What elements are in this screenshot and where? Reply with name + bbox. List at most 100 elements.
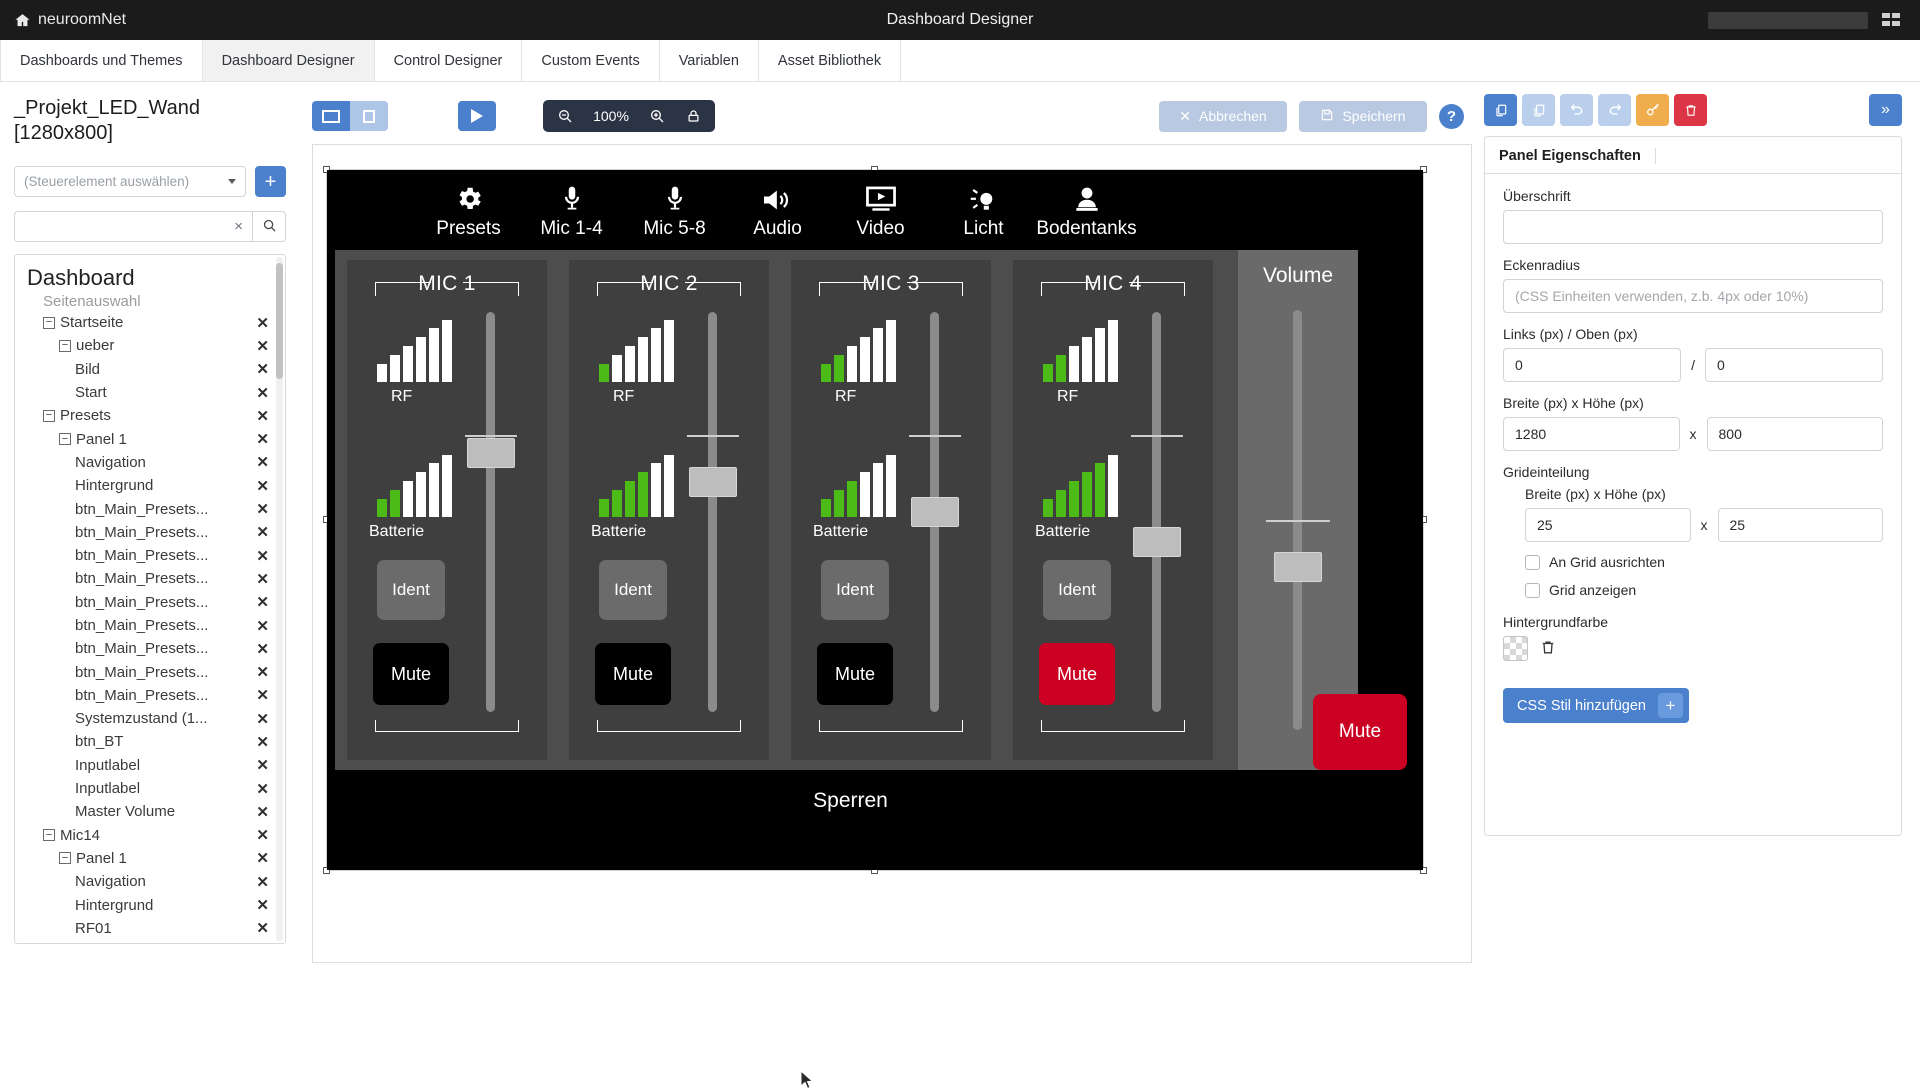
ueberschrift-input[interactable]: [1503, 210, 1883, 244]
brand[interactable]: neuroomNet: [14, 11, 126, 29]
tree-scrollbar[interactable]: [276, 257, 283, 941]
channel-fader-rail[interactable]: [486, 312, 495, 712]
tree-item-remove-icon[interactable]: ✕: [256, 477, 269, 495]
redo-icon[interactable]: [1598, 94, 1631, 126]
channel-fader-knob[interactable]: [467, 437, 515, 468]
tree-item-remove-icon[interactable]: ✕: [256, 593, 269, 611]
grid-height-input[interactable]: 25: [1717, 508, 1883, 542]
tree-item-remove-icon[interactable]: ✕: [256, 896, 269, 914]
tree-item[interactable]: Inputlabel ✕: [27, 754, 281, 777]
tree-item-remove-icon[interactable]: ✕: [256, 500, 269, 518]
tree-item[interactable]: − Panel 1 ✕: [27, 847, 281, 870]
tree-item[interactable]: Systemzustand (1... ✕: [27, 707, 281, 730]
tree-item[interactable]: RF01 ✕: [27, 917, 281, 940]
tab-panel-eigenschaften[interactable]: Panel Eigenschaften: [1485, 148, 1656, 164]
paste-icon[interactable]: [1522, 94, 1555, 126]
tree-item[interactable]: btn_Main_Presets... ✕: [27, 521, 281, 544]
tree-item-remove-icon[interactable]: ✕: [256, 640, 269, 658]
dashboard-nav-licht[interactable]: Licht: [932, 174, 1035, 248]
tree-item-remove-icon[interactable]: ✕: [256, 384, 269, 402]
tree-item[interactable]: Hintergrund ✕: [27, 893, 281, 916]
tree-item-remove-icon[interactable]: ✕: [256, 453, 269, 471]
ident-button[interactable]: Ident: [599, 560, 667, 620]
eckenradius-input[interactable]: (CSS Einheiten verwenden, z.b. 4px oder …: [1503, 279, 1883, 313]
tree-item-remove-icon[interactable]: ✕: [256, 663, 269, 681]
mute-button[interactable]: Mute: [817, 643, 893, 705]
tree-item-remove-icon[interactable]: ✕: [256, 547, 269, 565]
channel-fader-knob[interactable]: [689, 467, 737, 498]
tree-item[interactable]: Navigation ✕: [27, 870, 281, 893]
undo-icon[interactable]: [1560, 94, 1593, 126]
tree-item[interactable]: Bild ✕: [27, 358, 281, 381]
tree-item[interactable]: btn_Main_Presets... ✕: [27, 544, 281, 567]
tree-item-remove-icon[interactable]: ✕: [256, 407, 269, 425]
chevrons-right-icon[interactable]: »: [1869, 94, 1902, 126]
clear-search-icon[interactable]: ×: [234, 218, 243, 235]
lock-button-dashboard[interactable]: Sperren: [343, 778, 1358, 824]
tree-item[interactable]: btn_BT ✕: [27, 730, 281, 753]
dashboard-nav-video[interactable]: Video: [829, 174, 932, 248]
tree-item[interactable]: Navigation ✕: [27, 451, 281, 474]
tree-item-remove-icon[interactable]: ✕: [256, 314, 269, 332]
background-delete-icon[interactable]: [1540, 639, 1556, 659]
tree-item-remove-icon[interactable]: ✕: [256, 919, 269, 937]
search-button[interactable]: [252, 211, 286, 242]
channel-fader-rail[interactable]: [1152, 312, 1161, 712]
key-icon[interactable]: [1636, 94, 1669, 126]
tree-item-remove-icon[interactable]: ✕: [256, 849, 269, 867]
design-canvas[interactable]: Presets Mic 1-4 Mic 5-8 Audio Video Licht Bode…: [312, 144, 1472, 1090]
save-button[interactable]: Speichern: [1299, 100, 1427, 132]
tree-item-remove-icon[interactable]: ✕: [256, 570, 269, 588]
tree-item-remove-icon[interactable]: ✕: [256, 756, 269, 774]
grid-apps-icon[interactable]: [1882, 13, 1902, 27]
tree-item[interactable]: Inputlabel ✕: [27, 777, 281, 800]
tree-item-remove-icon[interactable]: ✕: [256, 686, 269, 704]
tree-item[interactable]: btn_Main_Presets... ✕: [27, 660, 281, 683]
tree-item-remove-icon[interactable]: ✕: [256, 873, 269, 891]
add-css-style-button[interactable]: CSS Stil hinzufügen +: [1503, 688, 1689, 723]
tree-item[interactable]: − Presets ✕: [27, 404, 281, 427]
tree-item-remove-icon[interactable]: ✕: [256, 617, 269, 635]
mute-button[interactable]: Mute: [595, 643, 671, 705]
tree-item[interactable]: Master Volume ✕: [27, 800, 281, 823]
tree-expander-icon[interactable]: −: [43, 316, 55, 329]
ident-button[interactable]: Ident: [377, 560, 445, 620]
tree-expander-icon[interactable]: −: [43, 829, 55, 842]
lock-button[interactable]: [675, 100, 711, 132]
snap-to-grid-checkbox[interactable]: [1525, 554, 1540, 570]
channel-fader-rail[interactable]: [708, 312, 717, 712]
cancel-button[interactable]: ✕ Abbrechen: [1159, 100, 1287, 132]
ident-button[interactable]: Ident: [1043, 560, 1111, 620]
tree-item[interactable]: btn_Main_Presets... ✕: [27, 614, 281, 637]
add-control-button[interactable]: +: [255, 166, 286, 197]
tab-dashboard-designer[interactable]: Dashboard Designer: [202, 40, 375, 81]
layout-split-icon[interactable]: [350, 101, 388, 131]
tree-item[interactable]: btn_Main_Presets... ✕: [27, 591, 281, 614]
tree-item-remove-icon[interactable]: ✕: [256, 826, 269, 844]
tree-item[interactable]: − Startseite ✕: [27, 311, 281, 334]
position-left-input[interactable]: 0: [1503, 348, 1682, 382]
tab-variablen[interactable]: Variablen: [659, 40, 759, 81]
tree-expander-icon[interactable]: −: [59, 339, 71, 352]
global-search-field[interactable]: [1708, 11, 1868, 29]
tree-item[interactable]: − Mic14 ✕: [27, 824, 281, 847]
dashboard-nav-mic-5-8[interactable]: Mic 5-8: [623, 174, 726, 248]
tab-custom-events[interactable]: Custom Events: [522, 40, 660, 81]
tree-item[interactable]: Start ✕: [27, 381, 281, 404]
dashboard-nav-audio[interactable]: Audio: [726, 174, 829, 248]
ident-button[interactable]: Ident: [821, 560, 889, 620]
dashboard-nav-presets[interactable]: Presets: [417, 174, 520, 248]
volume-fader-knob[interactable]: [1274, 551, 1322, 582]
search-input[interactable]: ×: [14, 211, 252, 242]
tab-asset-bibliothek[interactable]: Asset Bibliothek: [758, 40, 902, 81]
grid-width-input[interactable]: 25: [1525, 508, 1691, 542]
tree-item[interactable]: btn_Main_Presets... ✕: [27, 497, 281, 520]
tree-item[interactable]: − ueber ✕: [27, 334, 281, 357]
zoom-out-button[interactable]: [547, 100, 583, 132]
tree-item[interactable]: btn_Main_Presets... ✕: [27, 637, 281, 660]
tree-scrollbar-thumb[interactable]: [276, 263, 283, 379]
size-width-input[interactable]: 1280: [1503, 417, 1680, 451]
tree-item-remove-icon[interactable]: ✕: [256, 523, 269, 541]
tree-item-remove-icon[interactable]: ✕: [256, 780, 269, 798]
tree-item-remove-icon[interactable]: ✕: [256, 803, 269, 821]
